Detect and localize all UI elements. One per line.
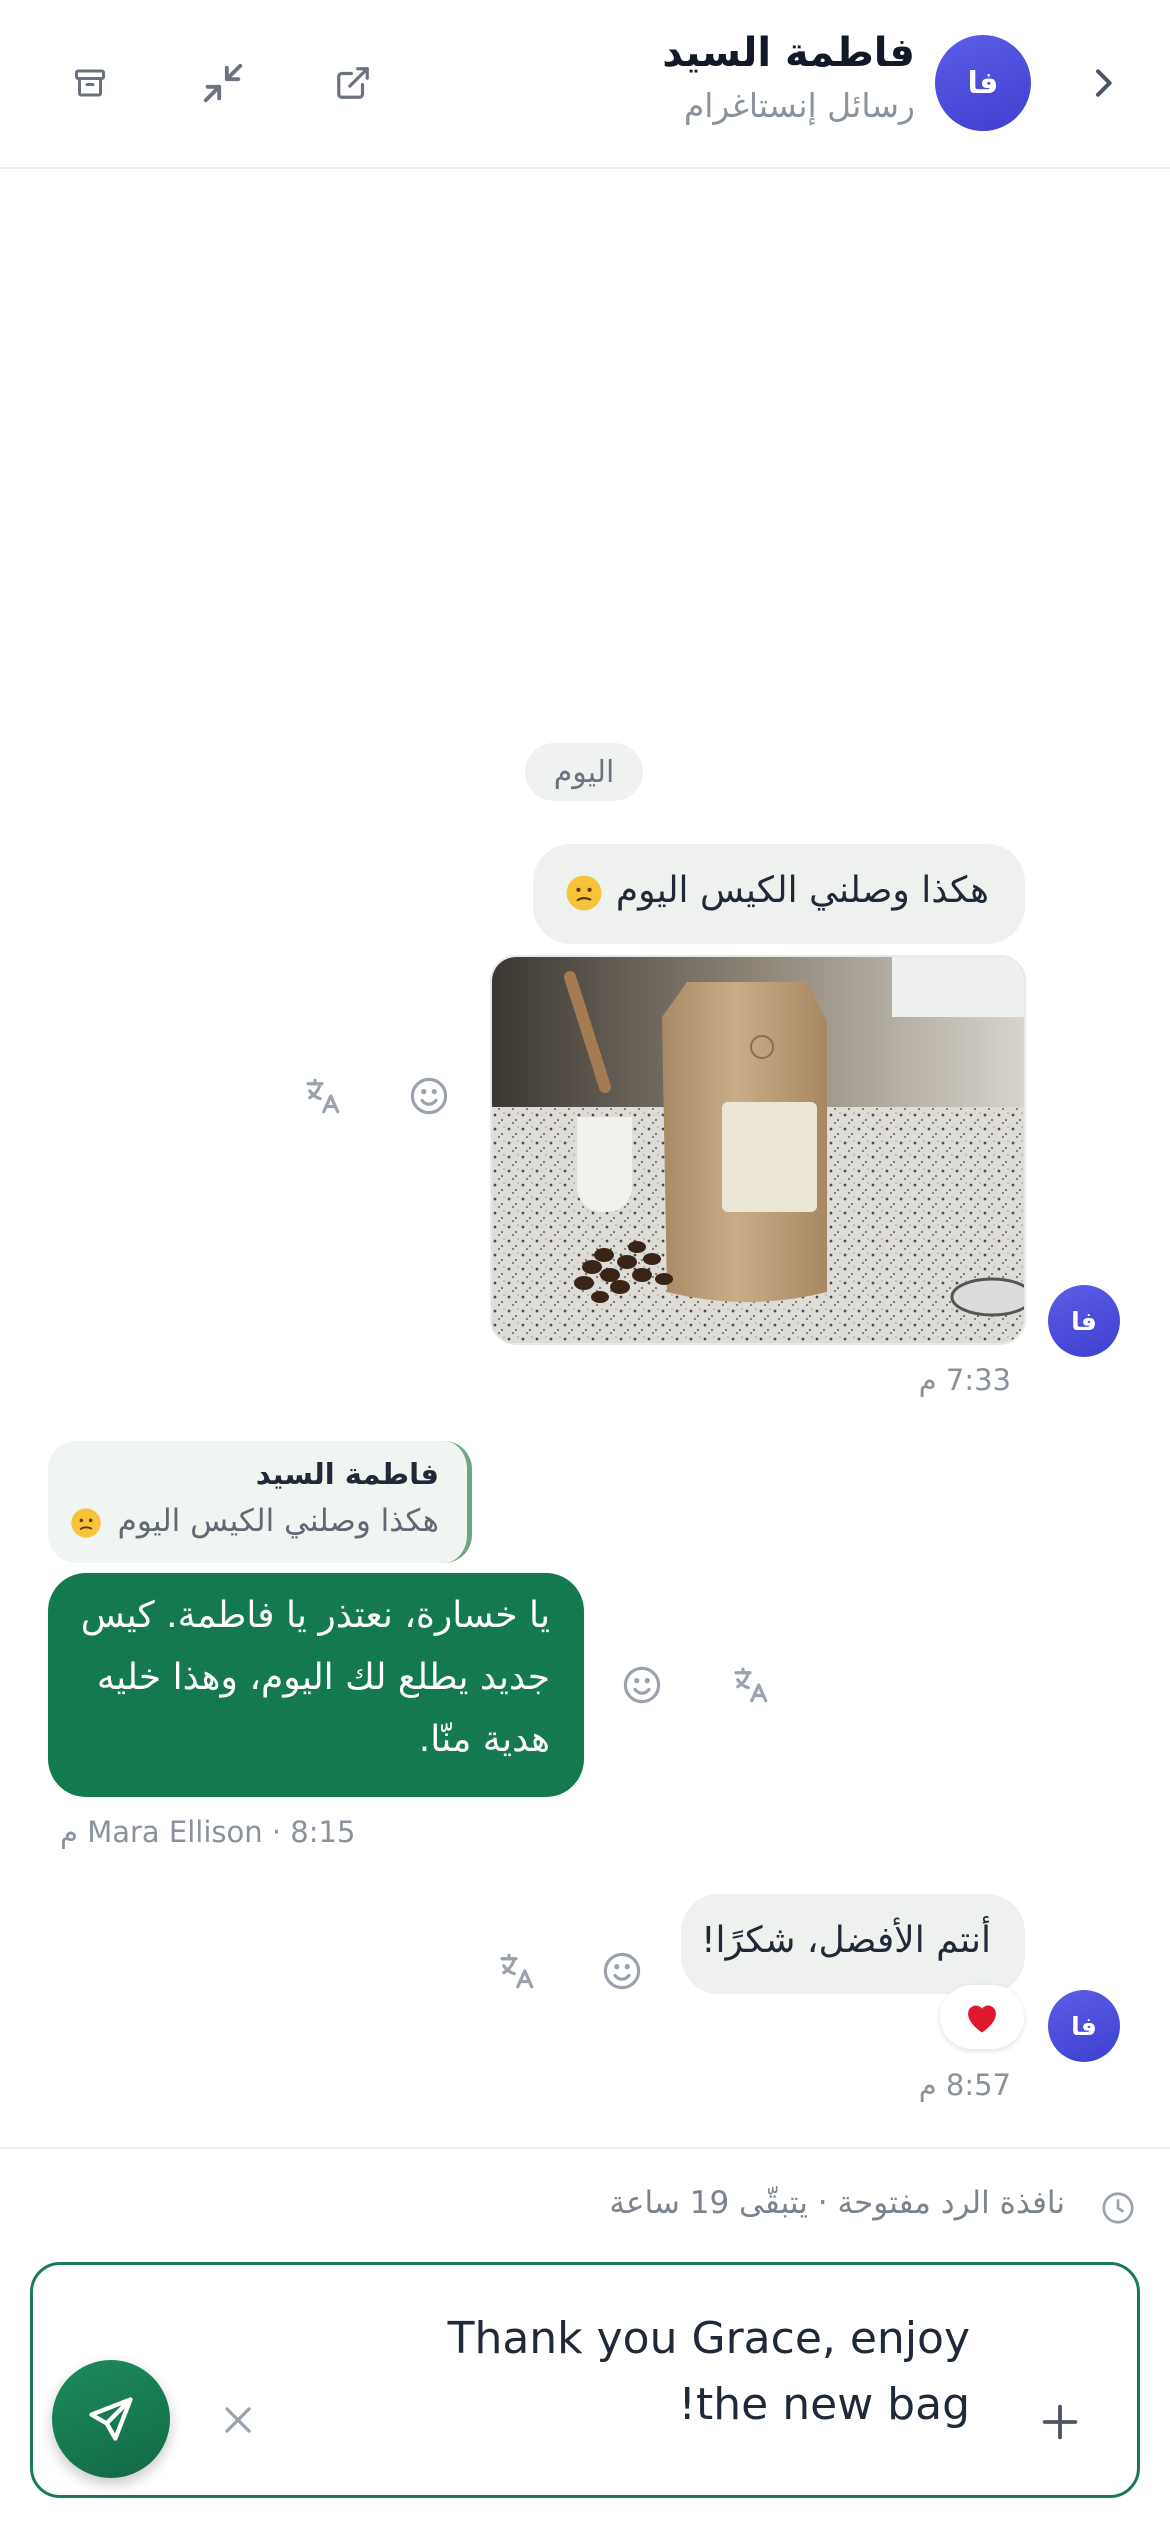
add-attachment-icon[interactable] (1030, 2392, 1090, 2452)
heart-reaction[interactable] (940, 1985, 1024, 2049)
outgoing-message-bubble: يا خسارة، نعتذر يا فاطمة. كيس جديد يطلع … (48, 1573, 584, 1797)
confused-face-emoji-icon (70, 1507, 102, 1539)
emoji-react-icon[interactable] (614, 1657, 670, 1713)
sender-avatar: فا (1048, 1285, 1120, 1357)
date-divider: اليوم (525, 743, 643, 801)
send-button[interactable] (52, 2360, 170, 2478)
contact-name: فاطمة السيد (662, 30, 915, 76)
translate-icon[interactable] (294, 1068, 350, 1124)
quoted-text: هكذا وصلني الكيس اليوم (117, 1503, 439, 1539)
chevron-right-icon[interactable] (1068, 48, 1138, 118)
quoted-sender-name: فاطمة السيد (255, 1457, 439, 1491)
composer-divider (0, 2147, 1170, 2149)
coffee-bag-photo[interactable] (490, 955, 1026, 1345)
emoji-react-icon[interactable] (594, 1943, 650, 1999)
external-link-icon[interactable] (318, 48, 388, 118)
confused-face-emoji-icon (565, 874, 603, 912)
reply-window-note: نافذة الرد مفتوحة · يتبقّى 19 ساعة (609, 2185, 1065, 2221)
contact-avatar[interactable]: فا (935, 35, 1031, 131)
translate-icon[interactable] (722, 1657, 778, 1713)
translate-icon[interactable] (488, 1943, 544, 1999)
message-input[interactable]: Thank you Grace, enjoy the new bag! (410, 2306, 970, 2438)
clear-draft-icon[interactable] (210, 2392, 266, 2448)
sender-avatar: فا (1048, 1990, 1120, 2062)
incoming-message-bubble: أنتم الأفضل، شكرًا! (681, 1894, 1025, 1994)
emoji-react-icon[interactable] (401, 1068, 457, 1124)
message-timestamp: 8:57 م (918, 2068, 1011, 2102)
send-icon (89, 2397, 133, 2441)
channel-label: رسائل إنستاغرام (683, 86, 915, 125)
clock-icon (1100, 2190, 1136, 2226)
quoted-message[interactable]: فاطمة السيد هكذا وصلني الكيس اليوم (48, 1441, 472, 1563)
conversation-header: فاطمة السيد رسائل إنستاغرام فا (0, 0, 1170, 169)
message-timestamp: 7:33 م (918, 1363, 1011, 1397)
incoming-message-bubble: هكذا وصلني الكيس اليوم (533, 844, 1025, 944)
message-text: هكذا وصلني الكيس اليوم (615, 870, 989, 911)
reply-meta: Mara Ellison · 8:15 م (60, 1815, 356, 1849)
minimize-icon[interactable] (188, 48, 258, 118)
message-text: أنتم الأفضل، شكرًا! (701, 1920, 991, 1961)
archive-icon[interactable] (55, 48, 125, 118)
